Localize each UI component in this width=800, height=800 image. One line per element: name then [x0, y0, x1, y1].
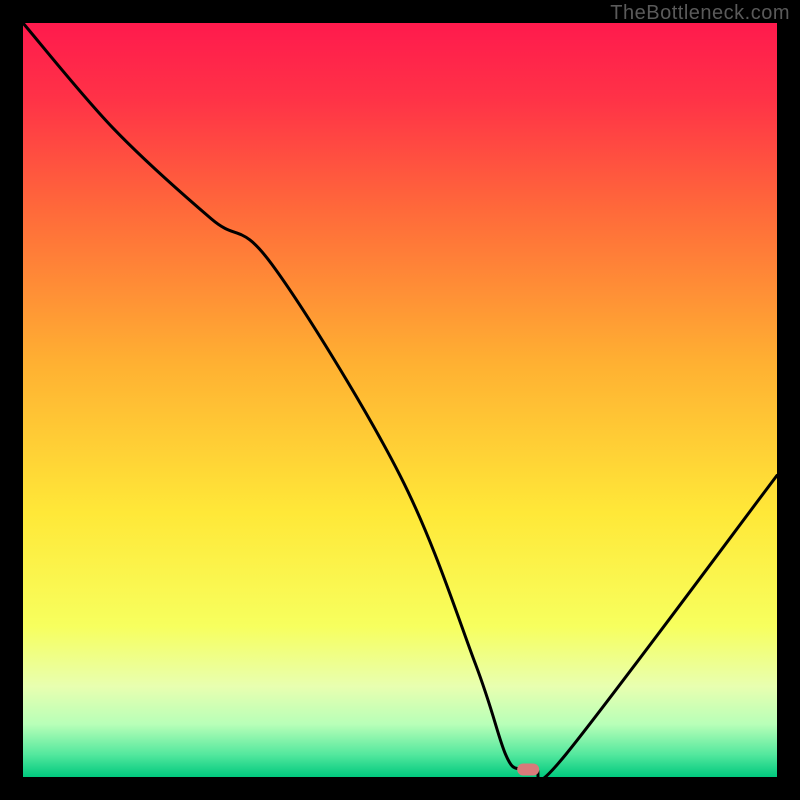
optimal-point-marker: [517, 763, 539, 775]
chart-svg: [23, 23, 777, 777]
chart-frame: TheBottleneck.com: [0, 0, 800, 800]
gradient-background: [23, 23, 777, 777]
plot-area: [23, 23, 777, 777]
watermark-text: TheBottleneck.com: [610, 2, 790, 25]
